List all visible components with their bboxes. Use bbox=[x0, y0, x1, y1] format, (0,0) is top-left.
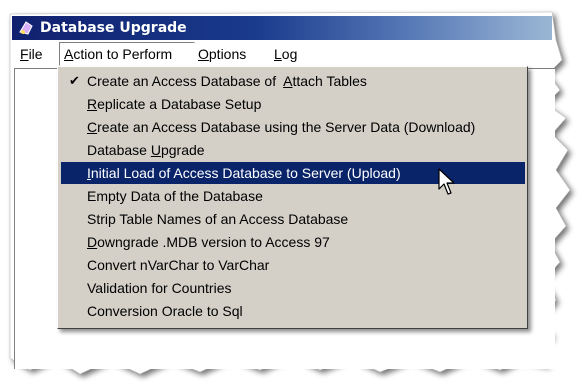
menu-item-validation-countries[interactable]: Validation for Countries bbox=[61, 277, 525, 299]
checkmark-icon: ✔ bbox=[69, 73, 80, 88]
menu-options[interactable]: Options bbox=[194, 42, 258, 66]
menu-item-database-upgrade[interactable]: Database Upgrade bbox=[61, 139, 525, 161]
menu-item-conversion-oracle-sql[interactable]: Conversion Oracle to Sql bbox=[61, 300, 525, 322]
menu-action-to-perform[interactable]: Action to Perform bbox=[59, 42, 195, 66]
mouse-pointer-icon bbox=[438, 168, 455, 195]
menu-item-convert-nvarchar[interactable]: Convert nVarChar to VarChar bbox=[61, 254, 525, 276]
menu-item-downgrade-mdb[interactable]: Downgrade .MDB version to Access 97 bbox=[61, 231, 525, 253]
action-dropdown-menu: ✔ Create an Access Database of Attach Ta… bbox=[57, 66, 528, 329]
window-title: Database Upgrade bbox=[40, 20, 187, 36]
title-bar: Database Upgrade bbox=[12, 16, 552, 40]
menu-item-replicate-database-setup[interactable]: Replicate a Database Setup bbox=[61, 93, 525, 115]
menu-log[interactable]: Log bbox=[270, 42, 304, 66]
app-icon bbox=[19, 21, 33, 35]
menu-item-strip-table-names[interactable]: Strip Table Names of an Access Database bbox=[61, 208, 525, 230]
menu-item-create-access-db-attach-tables[interactable]: ✔ Create an Access Database of Attach Ta… bbox=[61, 70, 525, 92]
menu-file[interactable]: File bbox=[16, 42, 56, 66]
menu-item-create-access-db-download[interactable]: Create an Access Database using the Serv… bbox=[61, 116, 525, 138]
menu-bar: File Action to Perform Options Log bbox=[12, 42, 557, 66]
